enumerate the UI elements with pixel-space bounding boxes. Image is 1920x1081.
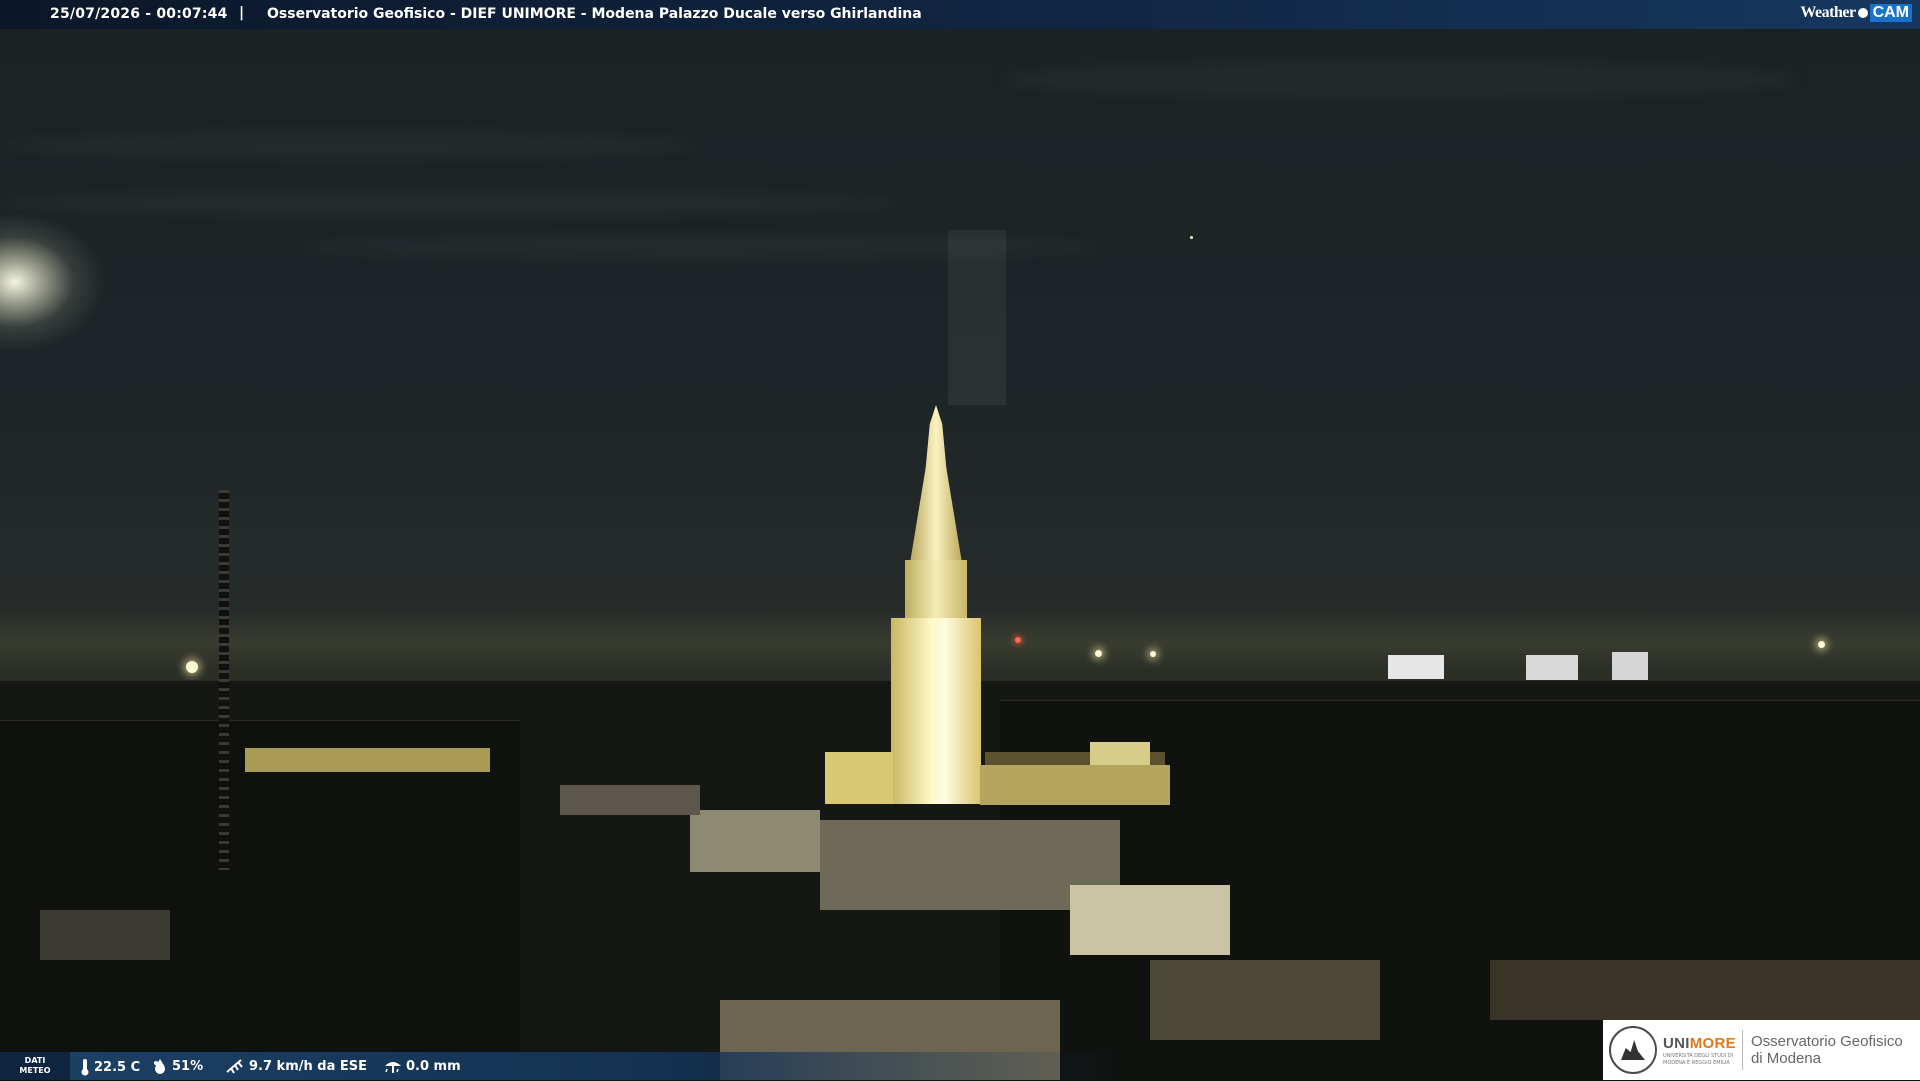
camera-title: Osservatorio Geofisico - DIEF UNIMORE - … <box>267 6 922 22</box>
thermometer-icon <box>80 1058 90 1076</box>
lit-facade <box>40 910 170 960</box>
wind-value: 9.7 km/h da ESE <box>249 1058 368 1074</box>
university-seal-icon <box>1609 1026 1657 1074</box>
rain-gauge-icon <box>384 1058 402 1074</box>
logo-divider <box>1741 1030 1743 1070</box>
weathercam-dot-icon <box>1857 8 1868 18</box>
distant-building <box>1526 655 1578 681</box>
droplet-icon <box>152 1058 168 1074</box>
rain-readout: 0.0 mm <box>384 1058 461 1074</box>
dati-meteo-label: DATI METEO <box>0 1052 70 1080</box>
weathercam-logo-cam: CAM <box>1869 4 1912 22</box>
street-light <box>1095 650 1102 657</box>
institution-logo-box: UNIMORE UNIVERSITÀ DEGLI STUDI DI MODENA… <box>1603 1020 1920 1080</box>
street-light <box>1015 637 1021 643</box>
rain-value: 0.0 mm <box>406 1058 461 1074</box>
street-light <box>186 661 198 673</box>
radio-mast <box>219 490 229 870</box>
brand-part2: MORE <box>1689 1034 1736 1052</box>
cloud-streak <box>1000 60 1800 100</box>
lens-reflection <box>948 230 1006 405</box>
brand-part1: UNI <box>1663 1034 1690 1052</box>
cathedral-facade <box>825 752 893 804</box>
cloud-streak <box>0 190 900 216</box>
street-light <box>1190 236 1193 239</box>
street-light <box>1818 641 1825 648</box>
wind-readout: 9.7 km/h da ESE <box>225 1058 367 1074</box>
observatory-line1: Osservatorio Geofisico <box>1750 1033 1903 1050</box>
temperature-readout: 22.5 C <box>80 1058 140 1076</box>
lit-facade <box>1150 960 1380 1040</box>
cathedral-facade <box>980 765 1170 805</box>
ghirlandina-tower <box>891 618 981 804</box>
cloud-streak <box>0 130 700 160</box>
ghirlandina-belfry <box>905 560 967 620</box>
observatory-line2: di Modena <box>1750 1050 1821 1067</box>
lit-facade <box>1070 885 1230 955</box>
street-light <box>1150 651 1156 657</box>
brand-sub-line1: UNIVERSITÀ DEGLI STUDI DI <box>1663 1052 1734 1059</box>
timestamp: 25/07/2026 - 00:07:44 <box>50 6 228 22</box>
header-bar: 25/07/2026 - 00:07:44 | Osservatorio Geo… <box>0 0 1920 29</box>
weathercam-logo: Weather CAM <box>1800 4 1912 22</box>
rooftops <box>0 720 520 1081</box>
header-separator: | <box>239 5 245 21</box>
observatory-name: Osservatorio Geofisico di Modena <box>1751 1033 1903 1067</box>
distant-building <box>1388 655 1444 679</box>
wind-icon <box>225 1058 245 1074</box>
brand-sub-line2: MODENA E REGGIO EMILIA <box>1663 1059 1730 1066</box>
humidity-readout: 51% <box>152 1058 203 1074</box>
lit-facade <box>690 810 820 872</box>
lit-facade <box>245 748 490 772</box>
lit-facade <box>1490 960 1920 1020</box>
distant-building <box>1612 652 1648 680</box>
lit-facade <box>560 785 700 815</box>
unimore-brand: UNIMORE UNIVERSITÀ DEGLI STUDI DI MODENA… <box>1663 1035 1736 1066</box>
humidity-value: 51% <box>172 1058 204 1074</box>
temperature-value: 22.5 C <box>94 1059 141 1075</box>
weathercam-logo-weather: Weather <box>1800 4 1856 21</box>
